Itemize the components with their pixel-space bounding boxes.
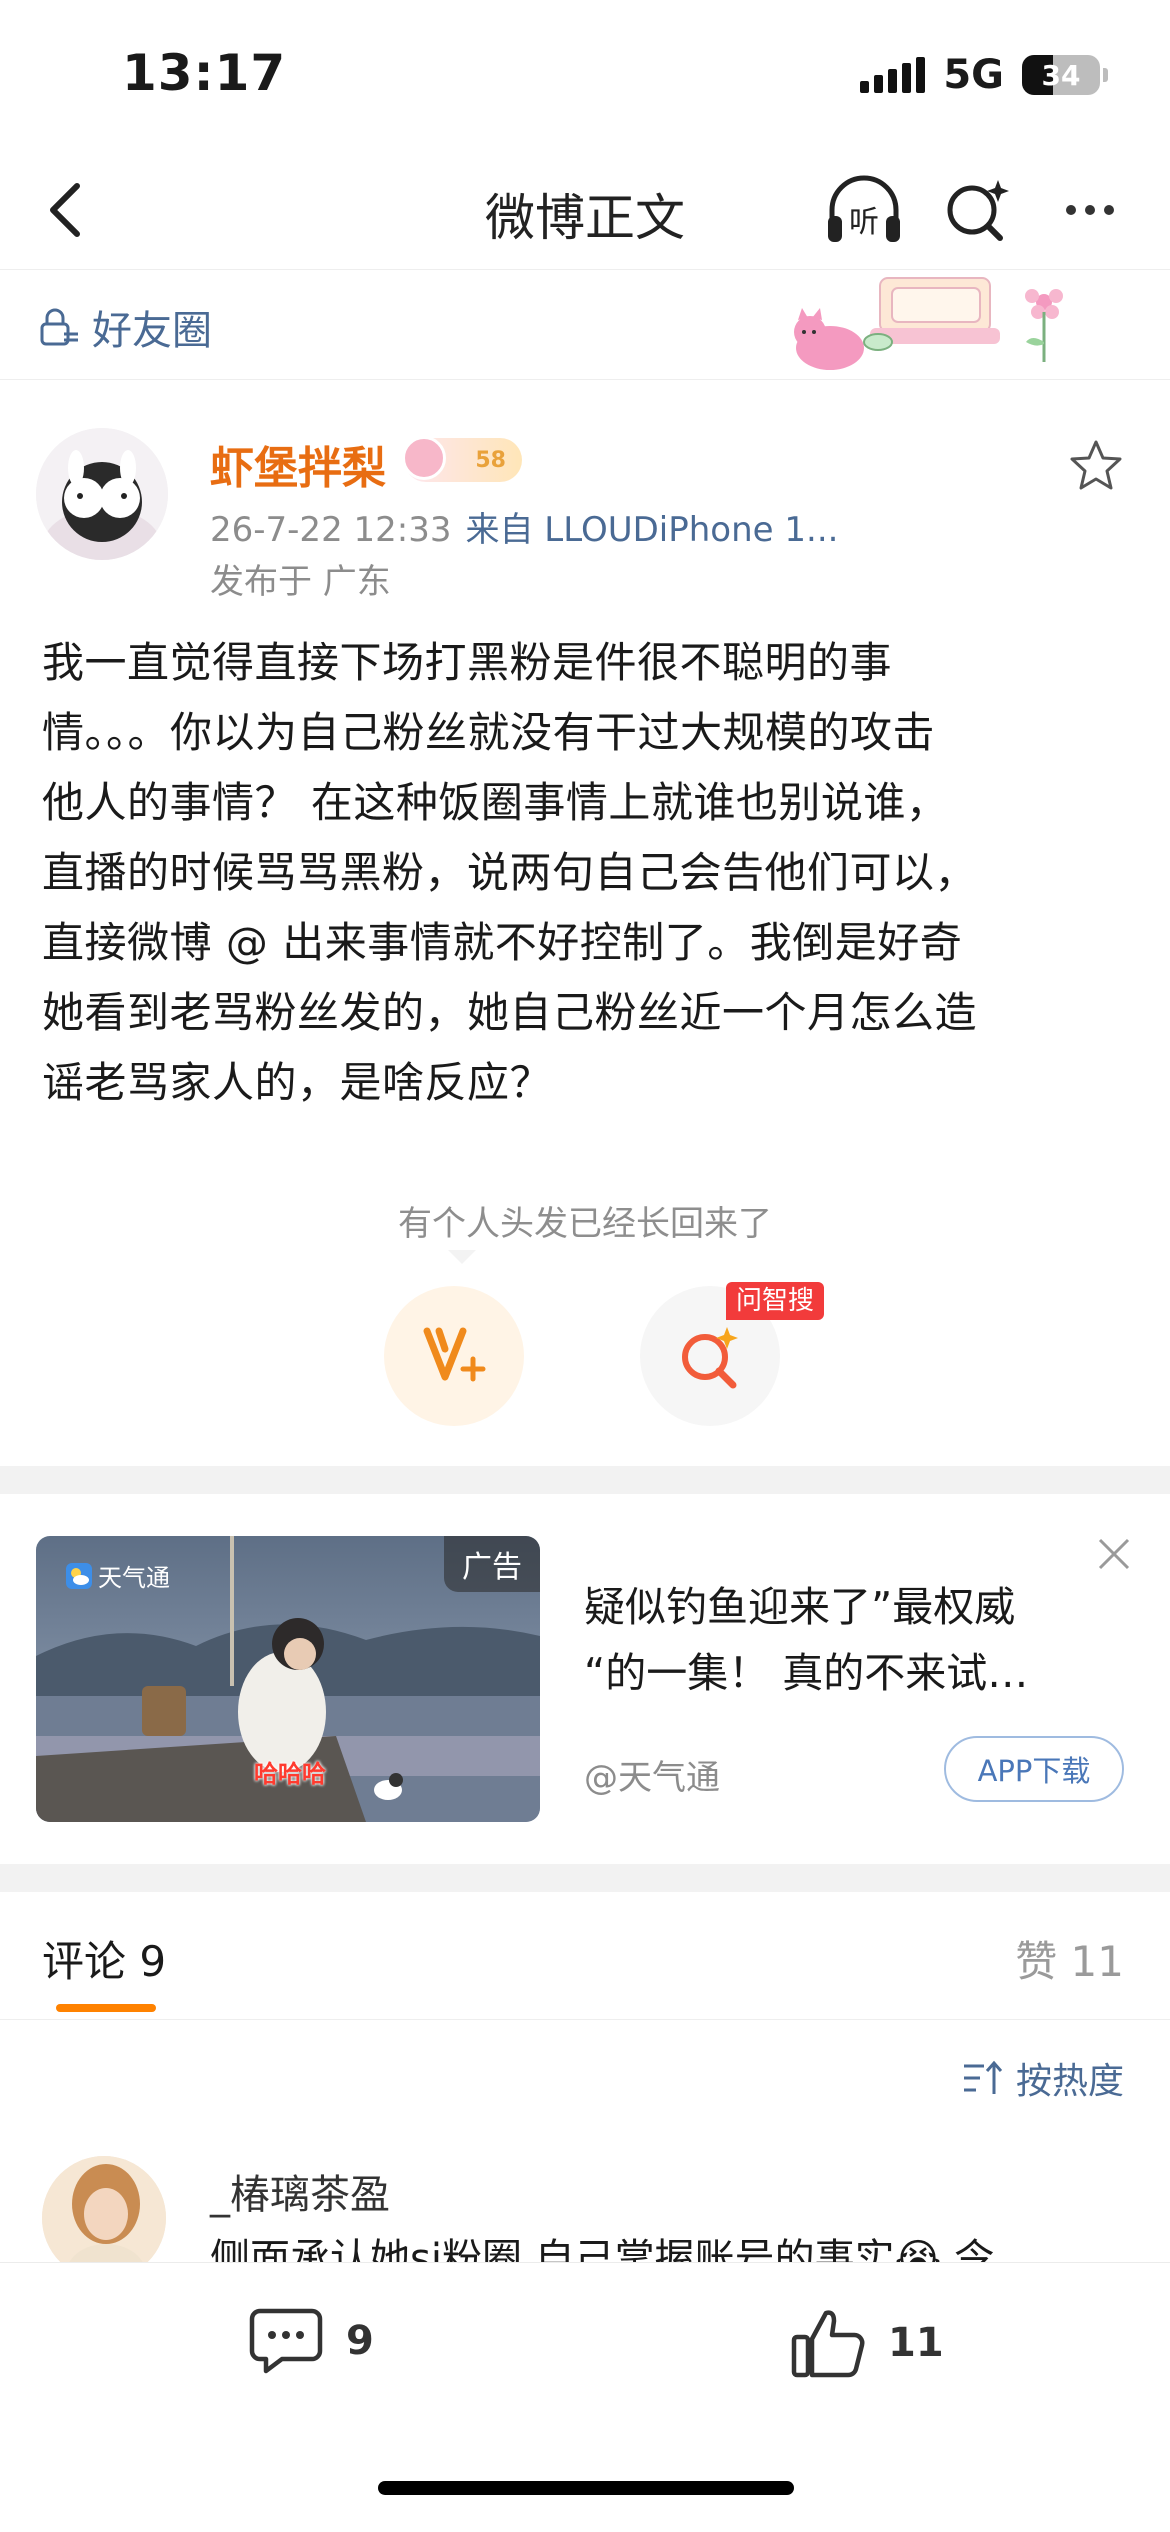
home-indicator: [378, 2481, 794, 2495]
tab-comments[interactable]: 评论 9: [42, 1928, 166, 1989]
dot-icon: [1104, 205, 1114, 215]
ad-app-name: 天气通: [98, 1564, 170, 1592]
post-line: 情。。。你以为自己粉丝就没有干过大规模的攻击: [42, 708, 936, 757]
status-bar: 13:17 5G 34: [0, 0, 1170, 150]
dot-icon: [1066, 205, 1076, 215]
search-sparkle-icon: [947, 180, 1009, 241]
battery-icon: 34: [1022, 55, 1108, 95]
post-body: 我一直觉得直接下场打黑粉是件很不聪明的事 情。。。你以为自己粉丝就没有干过大规模…: [42, 628, 1132, 1118]
comment-icon: [249, 2308, 323, 2374]
post-line: 我一直觉得直接下场打黑粉是件很不聪明的事: [42, 638, 893, 687]
signal-icon: [860, 57, 926, 93]
cat-illustration: [794, 277, 1063, 370]
ad-caption: 哈哈哈: [254, 1760, 326, 1788]
post-meta: 26-7-22 12:33 来自 LLOUDiPhone 1...: [210, 502, 838, 551]
dot-icon: [1085, 205, 1095, 215]
ad-title-line: “的一集！ 真的不来试…: [584, 1649, 1029, 1697]
app-download-button[interactable]: APP下载: [944, 1736, 1124, 1802]
ad-card[interactable]: 天气通 哈哈哈 广告 疑似钓鱼迎来了”最权威 “的一集！ 真的不来试… @天气通…: [0, 1494, 1170, 1864]
friend-circle-bar: 好友圈: [0, 270, 1170, 380]
post-line: 谣老骂家人的，是啥反应？: [42, 1058, 553, 1107]
comment-username[interactable]: _椿璃茶盈: [210, 2162, 390, 2220]
lock-icon: [40, 308, 78, 346]
tab-likes[interactable]: 赞 11: [1015, 1928, 1124, 1989]
post-source[interactable]: 来自 LLOUDiPhone 1...: [466, 510, 839, 550]
friend-circle-link[interactable]: 好友圈: [36, 298, 212, 356]
weather-icon: [66, 1562, 92, 1589]
active-tab-indicator: [56, 2004, 156, 2012]
battery-level: 34: [1041, 58, 1081, 92]
v-plus-button[interactable]: [384, 1286, 524, 1426]
member-badge-level: 58: [475, 447, 506, 473]
network-label: 5G: [943, 52, 1004, 98]
pig-badge-icon: [402, 436, 446, 480]
star-icon: [1070, 440, 1122, 490]
ad-title[interactable]: 疑似钓鱼迎来了”最权威 “的一集！ 真的不来试…: [584, 1574, 1104, 1706]
post-time: 26-7-22 12:33: [210, 510, 452, 550]
hint-text[interactable]: 有个人头发已经长回来了: [0, 1196, 1170, 1245]
listen-button[interactable]: 听: [822, 172, 906, 248]
member-badge[interactable]: 58: [402, 436, 522, 482]
post-header: 虾堡拌梨 58 26-7-22 12:33 来自 LLOUDiPhone 1...…: [0, 380, 1170, 602]
nav-bar: 微博正文 听: [0, 150, 1170, 270]
v-plus-icon: [423, 1327, 486, 1382]
search-sparkle-icon: [682, 1327, 738, 1389]
section-divider: [0, 1466, 1170, 1494]
author-name[interactable]: 虾堡拌梨: [210, 432, 386, 496]
more-options-button[interactable]: [1050, 172, 1130, 248]
post-line: 直播的时候骂骂黑粉，说两句自己会告他们可以，: [42, 848, 978, 897]
ad-image[interactable]: 天气通 哈哈哈 广告: [36, 1536, 540, 1822]
ad-title-line: 疑似钓鱼迎来了”最权威: [584, 1583, 1016, 1631]
comment-action-button[interactable]: 9: [248, 2305, 374, 2377]
comment-count: 9: [346, 2318, 374, 2364]
bottom-action-bar: 9 11: [0, 2262, 1170, 2532]
ad-close-button[interactable]: [1094, 1534, 1134, 1574]
listen-label: 听: [849, 205, 879, 240]
sort-button[interactable]: 按热度: [962, 2052, 1124, 2104]
post-line: 他人的事情？ 在这种饭圈事情上就谁也别说谁，: [42, 778, 949, 827]
comments-tab-bar: 评论 9 赞 11: [0, 1892, 1170, 2020]
post-line: 她看到老骂粉丝发的，她自己粉丝近一个月怎么造: [42, 988, 978, 1037]
like-count: 11: [888, 2320, 944, 2366]
ad-source[interactable]: @天气通: [584, 1750, 720, 1799]
ad-badge: 广告: [444, 1536, 540, 1592]
friend-circle-label: 好友圈: [92, 308, 212, 354]
status-indicators: 5G 34: [860, 52, 1108, 98]
post-location: 发布于 广东: [210, 562, 391, 602]
avatar-image: [36, 428, 168, 560]
favorite-button[interactable]: [1066, 436, 1126, 496]
author-avatar[interactable]: [36, 428, 168, 560]
sort-icon: [964, 2060, 1003, 2094]
ask-search-tag: 问智搜: [726, 1282, 825, 1320]
status-time: 13:17: [122, 44, 287, 102]
ad-app-label: 天气通: [66, 1558, 170, 1593]
close-icon: [1098, 1538, 1130, 1570]
post-line: 直接微博 @ 出来事情就不好控制了。我倒是好奇: [42, 918, 963, 967]
thumbs-up-icon: [791, 2310, 865, 2378]
sort-label: 按热度: [1016, 2061, 1125, 2102]
like-action-button[interactable]: 11: [790, 2305, 944, 2381]
headphones-icon: 听: [828, 175, 900, 242]
smart-search-button[interactable]: [940, 172, 1016, 248]
section-divider: [0, 1864, 1170, 1892]
hint-pointer: [448, 1250, 476, 1264]
